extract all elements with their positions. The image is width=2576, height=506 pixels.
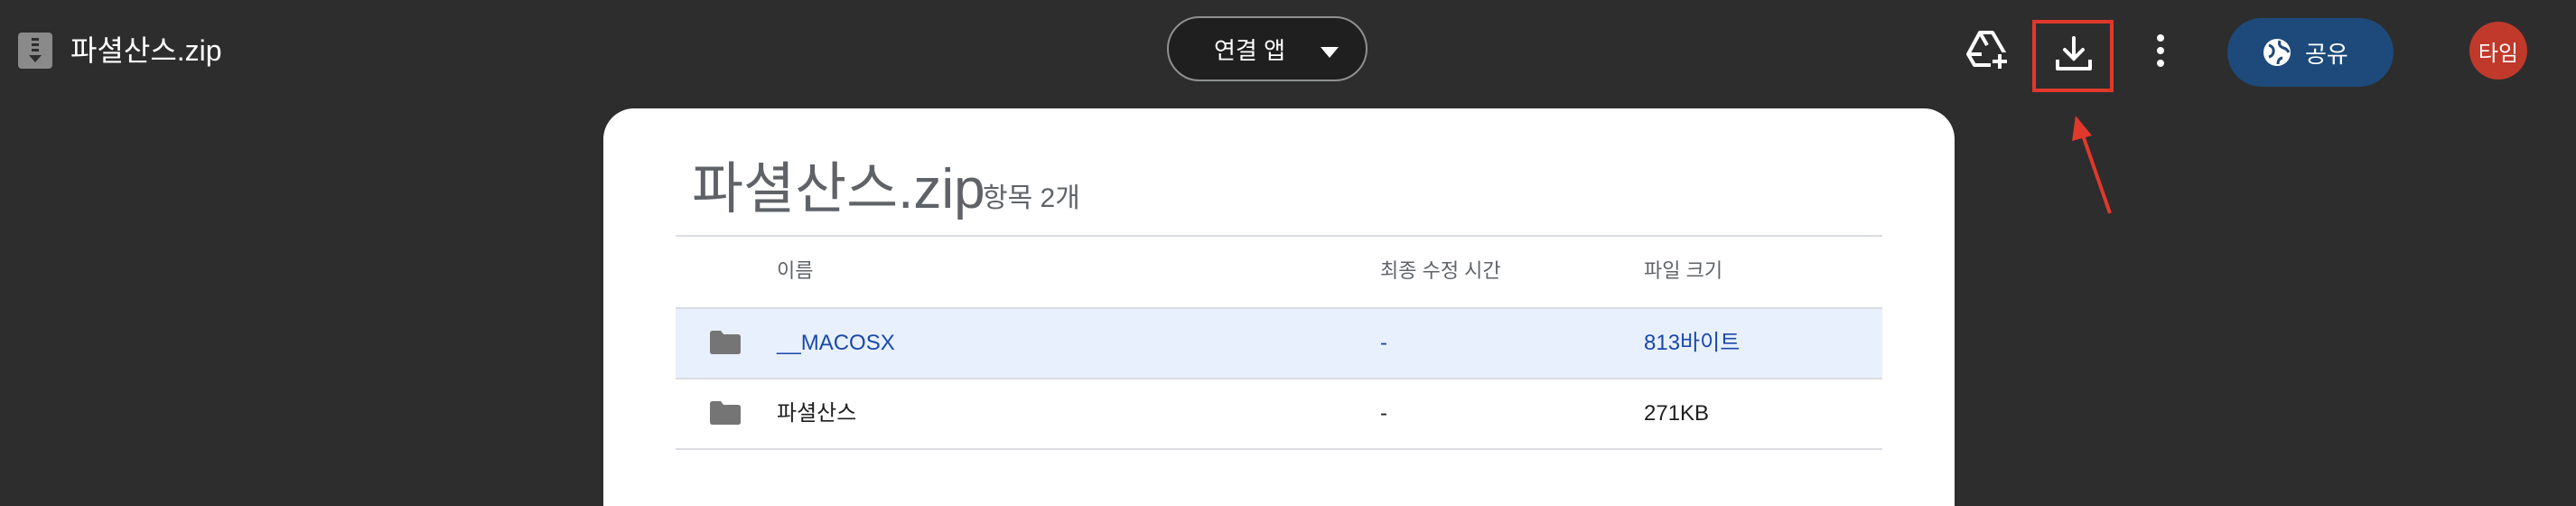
download-icon[interactable] (2054, 36, 2094, 72)
row-modified: - (1380, 401, 1387, 426)
row-size: 271KB (1644, 401, 1710, 426)
column-modified-header: 최종 수정 시간 (1380, 259, 1501, 282)
folder-icon (710, 401, 741, 425)
table-row[interactable]: 파셜산스 - 271KB (676, 380, 1882, 450)
more-options-icon[interactable] (2151, 33, 2170, 69)
annotation-arrow (2072, 116, 2112, 214)
avatar[interactable]: 타임 (2469, 22, 2527, 80)
archive-preview-panel: 파셜산스.zip 항목 2개 이름 최종 수정 시간 파일 크기 __MACOS… (603, 108, 1955, 506)
share-label: 공유 (2305, 40, 2348, 68)
column-name-header: 이름 (777, 259, 814, 282)
add-to-drive-icon[interactable] (1965, 29, 2009, 70)
table-row[interactable]: __MACOSX - 813바이트 (676, 309, 1882, 380)
column-size-header: 파일 크기 (1644, 259, 1723, 282)
dropdown-arrow-icon (1321, 47, 1339, 58)
panel-title: 파셜산스.zip (692, 158, 985, 220)
folder-icon (710, 331, 741, 354)
top-bar: 파셜산스.zip 연결 앱 공유 타임 (0, 0, 2576, 101)
globe-icon (2263, 39, 2291, 66)
row-size: 813바이트 (1644, 331, 1741, 355)
zip-file-icon (18, 33, 52, 69)
table-header: 이름 최종 수정 시간 파일 크기 (676, 235, 1882, 309)
open-with-label: 연결 앱 (1214, 36, 1285, 64)
share-button[interactable]: 공유 (2227, 18, 2394, 87)
row-modified: - (1380, 331, 1387, 355)
item-count: 항목 2개 (983, 183, 1080, 213)
row-name: 파셜산스 (777, 401, 857, 426)
file-title: 파셜산스.zip (70, 34, 222, 67)
row-name: __MACOSX (777, 331, 895, 355)
file-table: 이름 최종 수정 시간 파일 크기 __MACOSX - 813바이트 파셜산스… (676, 235, 1882, 450)
open-with-button[interactable]: 연결 앱 (1167, 16, 1367, 81)
